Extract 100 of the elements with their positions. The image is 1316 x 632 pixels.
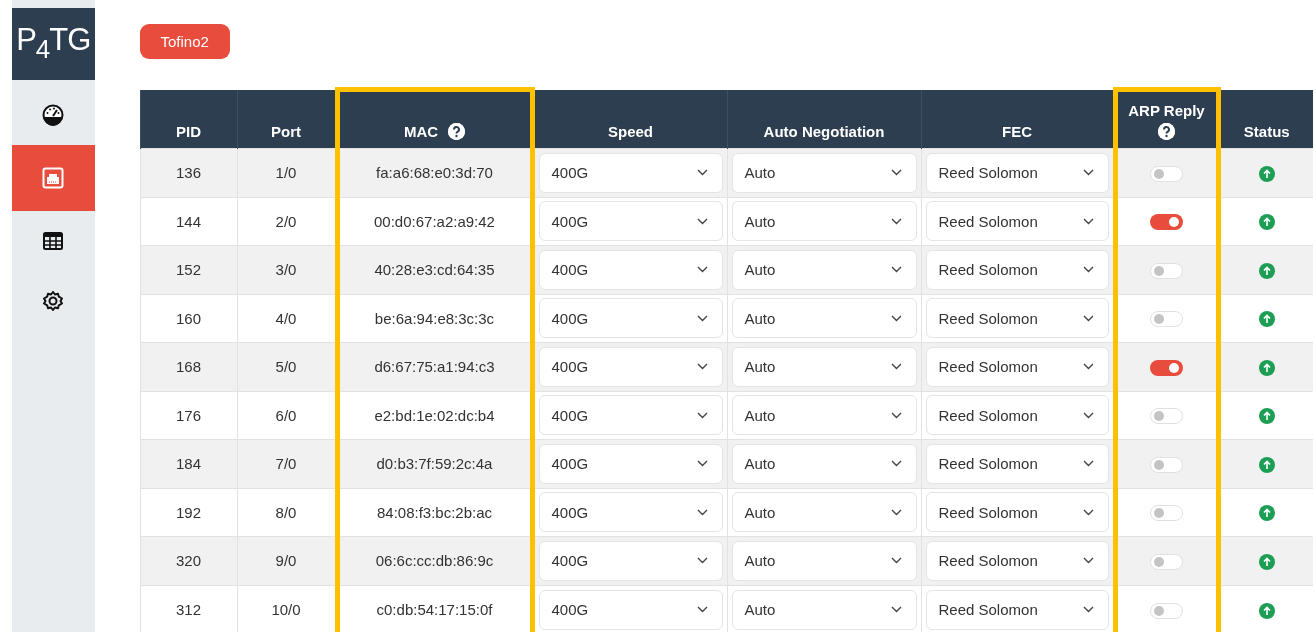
column-header: Port xyxy=(271,123,301,140)
dropdown[interactable]: Reed Solomon xyxy=(925,395,1109,436)
table-cell: 168 xyxy=(176,358,201,376)
table-cell: 06:6c:cc:db:86:9c xyxy=(375,552,494,570)
dropdown[interactable]: 400G xyxy=(538,201,723,242)
chevron-icon xyxy=(890,460,902,468)
toggle-switch[interactable] xyxy=(1150,214,1183,231)
chevron-icon xyxy=(1082,363,1094,371)
dropdown[interactable]: 400G xyxy=(538,346,723,387)
device-button[interactable]: Tofino2 xyxy=(139,24,230,59)
dropdown[interactable]: Reed Solomon xyxy=(925,492,1109,533)
dropdown[interactable]: Auto xyxy=(731,395,917,436)
dropdown[interactable]: Auto xyxy=(731,346,917,387)
chevron-icon xyxy=(1082,266,1094,274)
column-header: Auto Negotiation xyxy=(763,123,885,140)
dropdown[interactable]: 400G xyxy=(538,589,723,630)
table-cell: 320 xyxy=(176,552,201,570)
table-cell: 144 xyxy=(176,212,201,230)
dropdown[interactable]: Auto xyxy=(731,443,917,484)
table-cell: 00:d0:67:a2:a9:42 xyxy=(374,212,495,230)
dropdown[interactable]: Reed Solomon xyxy=(925,249,1109,290)
chevron-icon xyxy=(890,217,902,225)
toggle-switch[interactable] xyxy=(1150,553,1183,570)
dropdown[interactable]: Reed Solomon xyxy=(925,298,1109,339)
chevron-icon xyxy=(1082,411,1094,419)
table-cell: 5/0 xyxy=(275,358,297,376)
chevron-icon xyxy=(890,606,902,613)
table-cell: 312 xyxy=(176,601,201,618)
table-cell: 8/0 xyxy=(275,503,297,521)
dropdown[interactable]: Reed Solomon xyxy=(925,346,1109,387)
dropdown[interactable]: Reed Solomon xyxy=(925,152,1109,193)
dropdown[interactable]: Auto xyxy=(731,298,917,339)
settings-icon xyxy=(43,291,64,311)
gauge-icon xyxy=(42,104,65,126)
table-cell: 176 xyxy=(176,406,201,424)
table-cell: be:6a:94:e8:3c:3c xyxy=(374,309,495,327)
dropdown[interactable]: 400G xyxy=(538,249,723,290)
chevron-icon xyxy=(696,606,708,613)
table-cell: c0:db:54:17:15:0f xyxy=(376,601,493,618)
dropdown[interactable]: Reed Solomon xyxy=(925,443,1109,484)
table-cell: fa:a6:68:e0:3d:70 xyxy=(376,164,493,182)
dropdown[interactable]: Reed Solomon xyxy=(925,540,1109,581)
dropdown[interactable]: Auto xyxy=(731,589,917,630)
chevron-icon xyxy=(890,314,902,322)
table-cell: 2/0 xyxy=(275,212,297,230)
chevron-icon xyxy=(696,314,708,322)
toggle-switch[interactable] xyxy=(1150,408,1183,425)
dropdown[interactable]: Reed Solomon xyxy=(925,589,1109,630)
table-cell: 160 xyxy=(176,309,201,327)
column-header: Status xyxy=(1243,123,1290,140)
chevron-icon xyxy=(1082,169,1094,177)
dropdown[interactable]: 400G xyxy=(538,298,723,339)
dropdown[interactable]: 400G xyxy=(538,395,723,436)
toggle-switch[interactable] xyxy=(1150,359,1183,376)
chevron-icon xyxy=(696,363,708,371)
column-header: Speed xyxy=(608,123,653,140)
chevron-icon xyxy=(696,217,708,225)
dropdown[interactable]: 400G xyxy=(538,492,723,533)
chevron-icon xyxy=(890,169,902,177)
table-cell: 4/0 xyxy=(275,309,297,327)
dropdown[interactable]: Auto xyxy=(731,152,917,193)
toggle-switch[interactable] xyxy=(1150,262,1183,279)
dropdown[interactable]: Auto xyxy=(731,540,917,581)
chevron-icon xyxy=(890,557,902,565)
table-cell: d6:67:75:a1:94:c3 xyxy=(374,358,495,376)
toggle-switch[interactable] xyxy=(1150,456,1183,473)
column-header: ARP Reply xyxy=(1128,102,1205,119)
chevron-icon xyxy=(1082,606,1094,613)
table-cell: 40:28:e3:cd:64:35 xyxy=(374,261,495,279)
toggle-switch[interactable] xyxy=(1150,602,1183,619)
chevron-icon xyxy=(1082,557,1094,565)
toggle-switch[interactable] xyxy=(1150,165,1183,182)
table-cell: d0:b3:7f:59:2c:4a xyxy=(376,455,493,473)
dropdown[interactable]: Reed Solomon xyxy=(925,201,1109,242)
toggle-switch[interactable] xyxy=(1150,311,1183,328)
table-cell: 10/0 xyxy=(271,601,301,618)
table-cell: 84:08:f3:bc:2b:ac xyxy=(376,503,493,521)
chevron-icon xyxy=(890,508,902,516)
dropdown[interactable]: 400G xyxy=(538,443,723,484)
table-cell: 9/0 xyxy=(275,552,297,570)
table-icon xyxy=(43,232,64,250)
dropdown[interactable]: Auto xyxy=(731,201,917,242)
chevron-icon xyxy=(890,266,902,274)
chevron-icon xyxy=(890,363,902,371)
table-cell: 136 xyxy=(176,164,201,182)
chevron-icon xyxy=(696,169,708,177)
chevron-icon xyxy=(1082,314,1094,322)
column-header: PID xyxy=(176,123,201,140)
column-header: FEC xyxy=(1002,123,1032,140)
column-header: MAC xyxy=(403,123,439,140)
help-icon[interactable] xyxy=(1158,123,1175,140)
help-icon[interactable] xyxy=(448,123,466,140)
dropdown[interactable]: 400G xyxy=(538,152,723,193)
chevron-icon xyxy=(890,411,902,419)
dropdown[interactable]: 400G xyxy=(538,540,723,581)
toggle-switch[interactable] xyxy=(1150,505,1183,522)
dropdown[interactable]: Auto xyxy=(731,492,917,533)
table-cell: 192 xyxy=(176,503,201,521)
dropdown[interactable]: Auto xyxy=(731,249,917,290)
table-cell: 152 xyxy=(176,261,201,279)
